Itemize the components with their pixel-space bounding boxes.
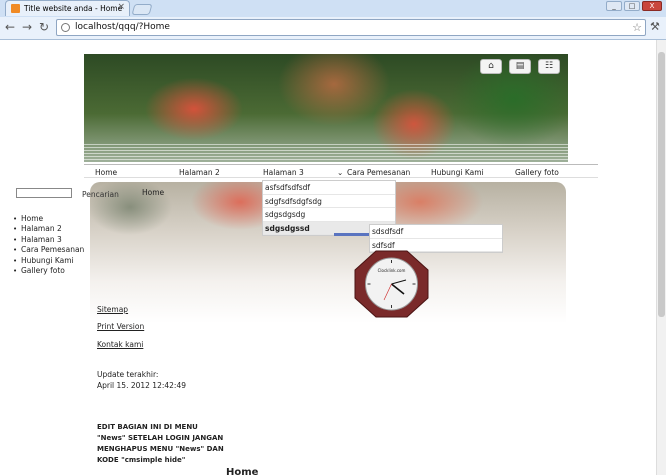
print-version-link[interactable]: Print Version xyxy=(97,322,144,331)
sitemap-link[interactable]: Sitemap xyxy=(97,305,128,314)
bookmark-icon[interactable]: ▤ xyxy=(509,59,531,74)
vertical-scrollbar[interactable] xyxy=(656,40,666,475)
submenu-accent xyxy=(334,233,370,236)
menu-item-hubungi-kami[interactable]: Hubungi Kami xyxy=(431,168,484,177)
update-date: April 15. 2012 12:42:49 xyxy=(97,381,186,390)
clock-widget[interactable]: Clocklink.com xyxy=(354,250,429,318)
sidebar-item-halaman-3[interactable]: Halaman 3 xyxy=(13,235,84,246)
menu-item-halaman-2[interactable]: Halaman 2 xyxy=(179,168,220,177)
submenu-item[interactable]: sdsdfsdf xyxy=(370,225,502,239)
dropdown-item[interactable]: sdgsdgsdg xyxy=(263,208,395,222)
dropdown-item[interactable]: sdgfsdfsdgfsdg xyxy=(263,195,395,208)
breadcrumb[interactable]: Home xyxy=(142,188,164,197)
submenu-dropdown: sdsdfsdf sdfsdf xyxy=(369,224,503,253)
contact-link[interactable]: Kontak kami xyxy=(97,340,143,349)
clock-brand: Clocklink.com xyxy=(378,268,406,273)
reload-icon[interactable]: ↻ xyxy=(39,20,49,34)
tab-title: Title website anda - Home xyxy=(24,4,123,13)
wrench-icon[interactable]: ⚒ xyxy=(650,20,660,33)
menu-item-cara-pemesanan[interactable]: Cara Pemesanan xyxy=(347,168,410,177)
close-window-button[interactable]: X xyxy=(642,1,662,11)
dropdown-item[interactable]: asfsdfsdfsdf xyxy=(263,181,395,195)
search-label: Pencarian xyxy=(82,190,119,199)
browser-chrome: Title website anda - Home × _ □ X ← → ↻ … xyxy=(0,0,666,40)
menu-item-halaman-3[interactable]: Halaman 3 xyxy=(263,168,304,177)
header-stripes xyxy=(84,144,568,162)
favicon-icon xyxy=(11,4,20,13)
globe-icon xyxy=(61,23,70,32)
tab-close-icon[interactable]: × xyxy=(117,2,125,12)
menu-item-home[interactable]: Home xyxy=(95,168,117,177)
arrow-left-icon[interactable]: ← xyxy=(5,20,15,34)
sidebar-item-halaman-2[interactable]: Halaman 2 xyxy=(13,224,84,235)
chevron-down-icon: ⌄ xyxy=(337,168,344,177)
browser-toolbar: ← → ↻ localhost/qqq/?Home ☆ ⚒ xyxy=(0,17,666,39)
star-icon[interactable]: ☆ xyxy=(632,21,642,34)
sidebar-item-gallery-foto[interactable]: Gallery foto xyxy=(13,266,84,277)
minimize-button[interactable]: _ xyxy=(606,1,622,11)
address-bar[interactable]: localhost/qqq/?Home ☆ xyxy=(56,19,646,36)
url-text[interactable]: localhost/qqq/?Home xyxy=(75,22,170,32)
browser-tab[interactable]: Title website anda - Home × xyxy=(5,0,130,16)
search-input[interactable] xyxy=(16,188,72,198)
web-page: ⌂ ▤ ☷ Home Halaman 2 Halaman 3 ⌄ Cara Pe… xyxy=(0,40,656,475)
window-controls: _ □ X xyxy=(606,1,662,11)
sitemap-icon[interactable]: ☷ xyxy=(538,59,560,74)
menu-item-gallery-foto[interactable]: Gallery foto xyxy=(515,168,559,177)
sidebar-item-home[interactable]: Home xyxy=(13,214,84,225)
page-heading: Home xyxy=(226,467,259,475)
sidebar-nav: Home Halaman 2 Halaman 3 Cara Pemesanan … xyxy=(13,214,84,277)
main-menu: Home Halaman 2 Halaman 3 ⌄ Cara Pemesana… xyxy=(84,164,598,178)
maximize-button[interactable]: □ xyxy=(624,1,640,11)
scrollbar-thumb[interactable] xyxy=(658,52,665,317)
sidebar-item-hubungi-kami[interactable]: Hubungi Kami xyxy=(13,256,84,267)
update-label: Update terakhir: xyxy=(97,370,159,379)
home-icon[interactable]: ⌂ xyxy=(480,59,502,74)
new-tab-button[interactable] xyxy=(131,4,153,15)
admin-note: EDIT BAGIAN INI DI MENU "News" SETELAH L… xyxy=(97,423,224,464)
sidebar-item-cara-pemesanan[interactable]: Cara Pemesanan xyxy=(13,245,84,256)
arrow-right-icon[interactable]: → xyxy=(22,20,32,34)
